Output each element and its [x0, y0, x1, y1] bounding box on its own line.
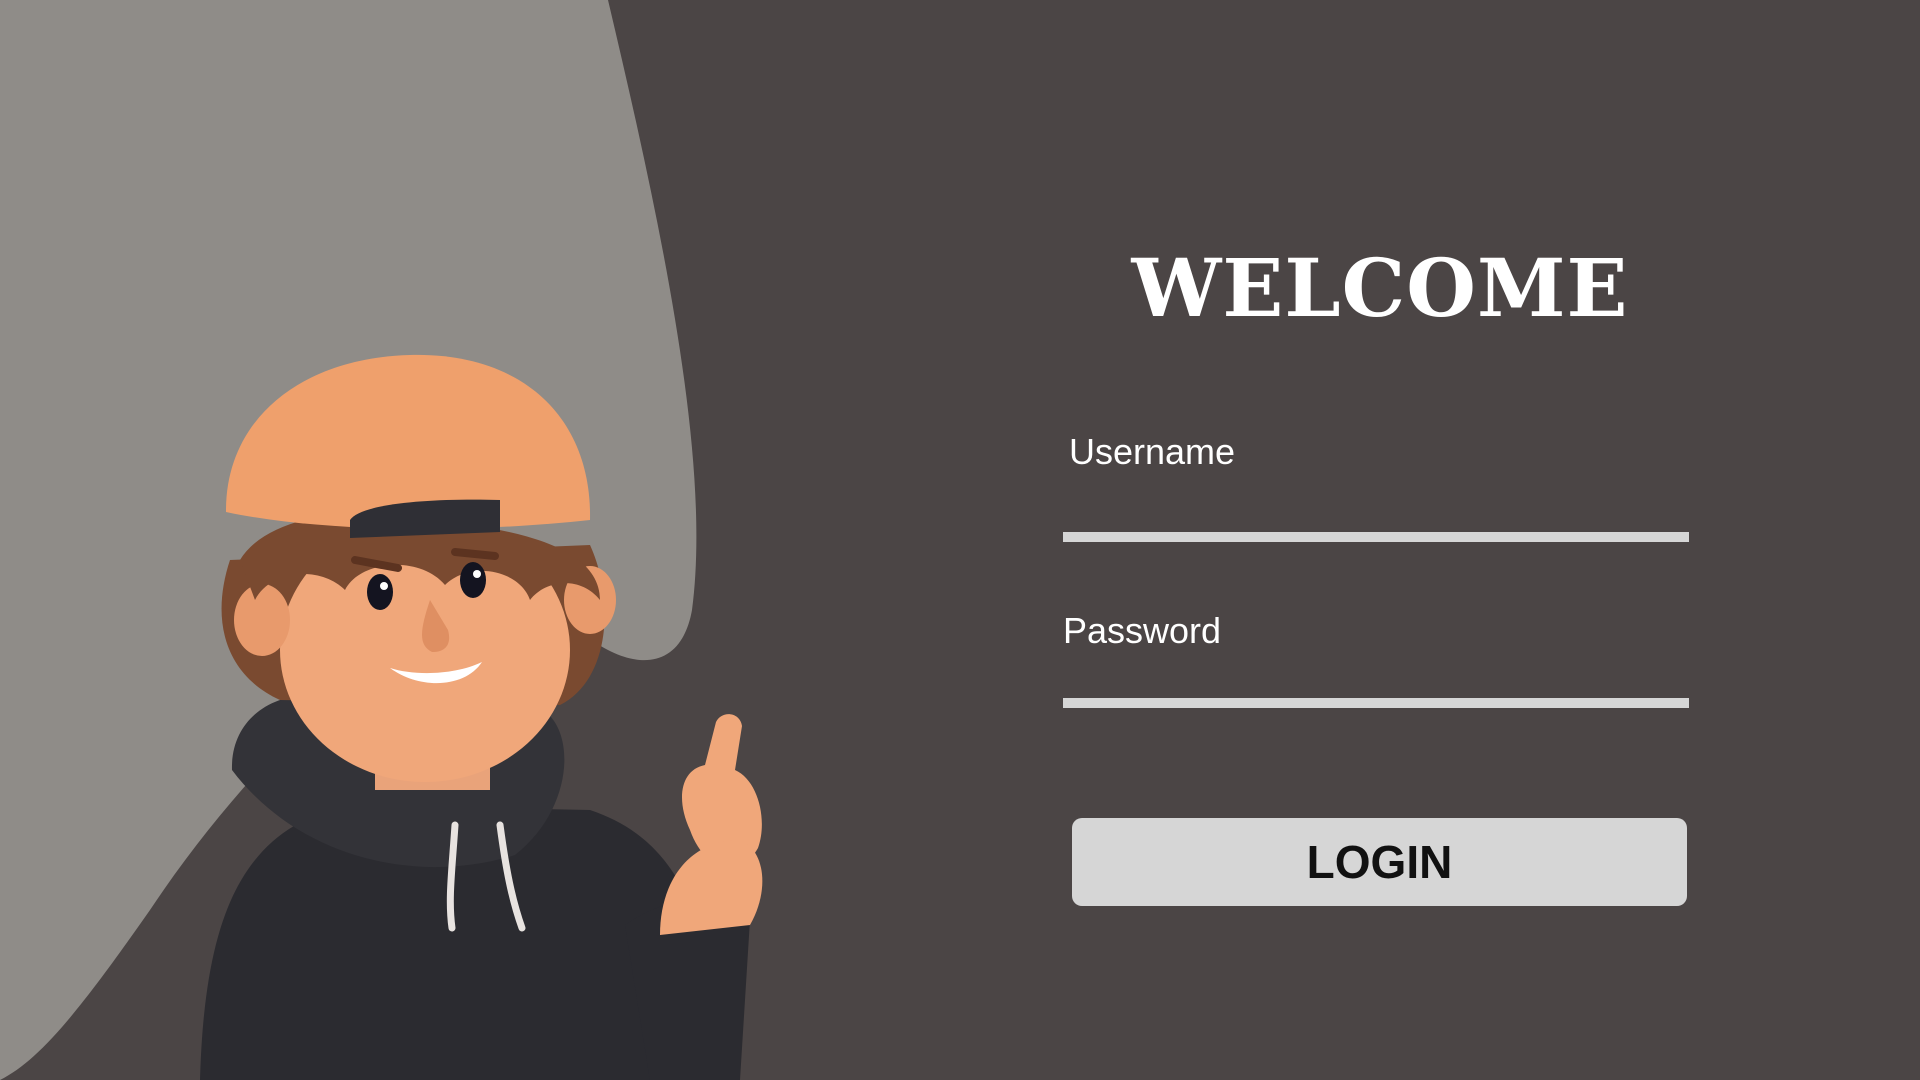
login-screen: WELCOME Username Password LOGIN [0, 0, 1920, 1080]
page-title: WELCOME [1131, 241, 1629, 335]
login-button[interactable]: LOGIN [1072, 818, 1687, 906]
password-label: Password [1063, 610, 1222, 651]
username-label: Username [1069, 431, 1236, 472]
username-input[interactable] [1063, 490, 1689, 542]
password-input[interactable] [1063, 656, 1689, 708]
